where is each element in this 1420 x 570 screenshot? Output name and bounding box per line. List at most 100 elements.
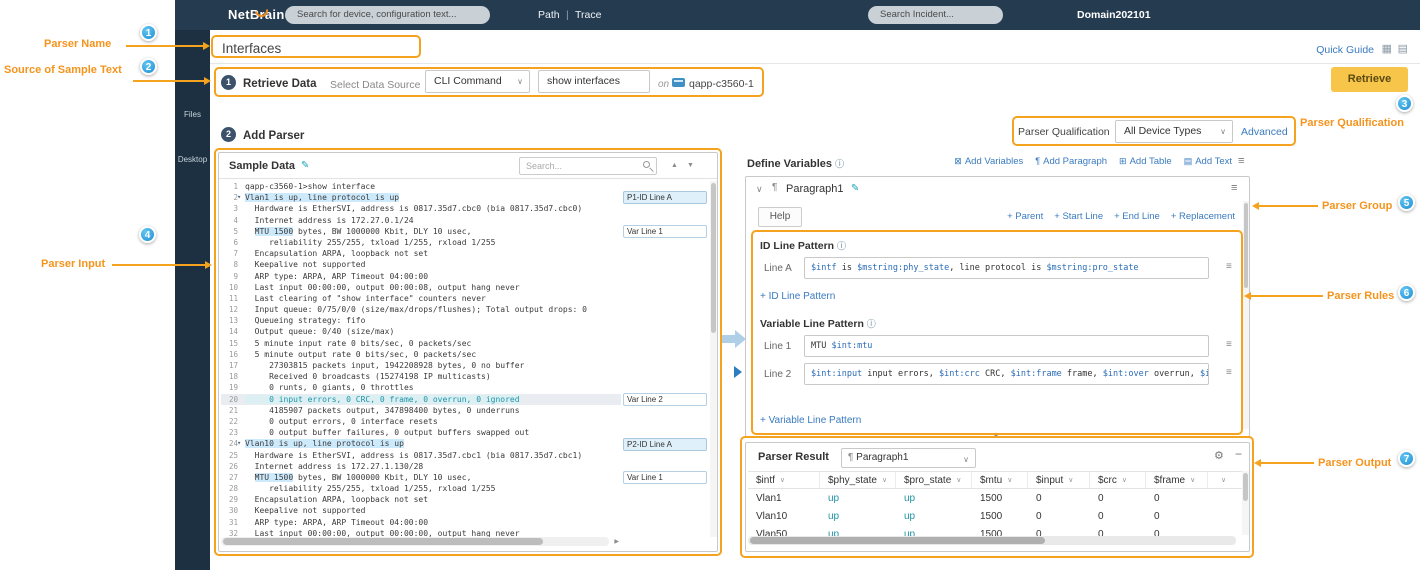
sample-line[interactable]: 8 Keepalive not supported <box>221 259 621 270</box>
sample-vertical-scrollbar[interactable] <box>710 181 717 537</box>
next-match-icon[interactable]: ▼ <box>687 162 694 169</box>
sample-line[interactable]: 30 Keepalive not supported <box>221 505 621 516</box>
command-input[interactable]: show interfaces <box>538 70 650 93</box>
column-header[interactable]: $frame∨ <box>1146 472 1208 488</box>
sample-line[interactable]: 29 Encapsulation ARPA, loopback not set <box>221 494 621 505</box>
data-source-dropdown[interactable]: CLI Command∨ <box>425 70 530 93</box>
sample-line[interactable]: 17 27303815 packets input, 1942208928 by… <box>221 360 621 371</box>
sample-line[interactable]: 16 5 minute output rate 0 bits/sec, 0 pa… <box>221 349 621 360</box>
sample-line[interactable]: 21 4185907 packets output, 347898400 byt… <box>221 405 621 416</box>
add-text-button[interactable]: ▤Add Text <box>1184 156 1232 167</box>
id-line-a-input[interactable]: $intf is $mstring:phy_state, line protoc… <box>804 257 1209 279</box>
add-link[interactable]: + Replacement <box>1171 211 1235 222</box>
column-header[interactable]: $mtu∨ <box>972 472 1028 488</box>
sample-line[interactable]: 28 reliability 255/255, txload 1/255, rx… <box>221 483 621 494</box>
minimize-icon[interactable]: − <box>1235 447 1242 461</box>
row-menu-icon[interactable]: ≡ <box>1226 261 1232 272</box>
save-layout-icon[interactable]: ▦ <box>1382 42 1392 55</box>
sample-line[interactable]: 23 0 output buffer failures, 0 output bu… <box>221 427 621 438</box>
result-horizontal-scrollbar[interactable] <box>748 536 1236 545</box>
sample-line[interactable]: 9 ARP type: ARPA, ARP Timeout 04:00:00 <box>221 271 621 282</box>
incident-search-input[interactable]: Search Incident... <box>868 6 1003 24</box>
add-paragraph-button[interactable]: ¶Add Paragraph <box>1035 156 1107 167</box>
sample-line[interactable]: 25 Hardware is EtherSVI, address is 0817… <box>221 450 621 461</box>
add-id-line-link[interactable]: + ID Line Pattern <box>760 291 835 302</box>
line-tag[interactable]: P2-ID Line A <box>623 438 707 451</box>
sidebar-item-files[interactable]: Files <box>175 110 210 119</box>
sample-line[interactable]: 7 Encapsulation ARPA, loopback not set <box>221 248 621 259</box>
netbrain-logo[interactable]: NetBrain <box>228 7 285 22</box>
add-variable-line-link[interactable]: + Variable Line Pattern <box>760 415 861 426</box>
line-tag[interactable]: Var Line 2 <box>623 393 707 406</box>
paragraph-vertical-scrollbar[interactable] <box>1243 201 1249 429</box>
sample-line[interactable]: 27 MTU 1500 bytes, BW 1000000 Kbit, DLY … <box>221 472 621 483</box>
row-menu-icon[interactable]: ≡ <box>1226 339 1232 350</box>
sample-line[interactable]: 26 Internet address is 172.27.1.130/28 <box>221 461 621 472</box>
edit-sample-icon[interactable]: ✎ <box>301 160 309 171</box>
nav-trace[interactable]: Trace <box>575 9 601 21</box>
line-tag[interactable]: P1-ID Line A <box>623 191 707 204</box>
result-vertical-scrollbar[interactable] <box>1242 471 1249 535</box>
add-table-button[interactable]: ⊞Add Table <box>1119 156 1172 167</box>
add-link[interactable]: + Start Line <box>1054 211 1103 222</box>
column-header-partial[interactable]: ∨ <box>1208 472 1246 488</box>
sample-line[interactable]: 18 Received 0 broadcasts (15274198 IP mu… <box>221 371 621 382</box>
sample-line[interactable]: 19 0 runts, 0 giants, 0 throttles <box>221 382 621 393</box>
add-variables-button[interactable]: ⊠Add Variables <box>954 156 1023 167</box>
var-line-2-input[interactable]: $int:input input errors, $int:crc CRC, $… <box>804 363 1209 385</box>
add-link[interactable]: + End Line <box>1114 211 1160 222</box>
sample-line[interactable]: 31 ARP type: ARPA, ARP Timeout 04:00:00 <box>221 517 621 528</box>
gear-icon[interactable]: ⚙ <box>1214 449 1224 462</box>
sample-horizontal-scrollbar[interactable]: ▶ <box>221 537 609 546</box>
fold-caret-icon[interactable]: ▾ <box>237 192 241 203</box>
sample-line[interactable]: 13 Queueing strategy: fifo <box>221 315 621 326</box>
define-menu-icon[interactable]: ≡ <box>1238 155 1244 167</box>
sample-line[interactable]: 24▾Vlan10 is up, line protocol is up <box>221 438 621 449</box>
collapse-chevron-icon[interactable]: ∨ <box>756 184 763 195</box>
fold-caret-icon[interactable]: ▾ <box>237 438 241 449</box>
sample-line[interactable]: 22 0 output errors, 0 interface resets <box>221 416 621 427</box>
column-header[interactable]: $input∨ <box>1028 472 1090 488</box>
paragraph-menu-icon[interactable]: ≡ <box>1231 182 1237 194</box>
sample-line[interactable]: 12 Input queue: 0/75/0/0 (size/max/drops… <box>221 304 621 315</box>
prev-match-icon[interactable]: ▲ <box>671 162 678 169</box>
sample-line[interactable]: 11 Last clearing of "show interface" cou… <box>221 293 621 304</box>
sample-line[interactable]: 10 Last input 00:00:00, output 00:00:08,… <box>221 282 621 293</box>
sample-line[interactable]: 3 Hardware is EtherSVI, address is 0817.… <box>221 203 621 214</box>
retrieve-button[interactable]: Retrieve <box>1331 67 1408 92</box>
line-tag[interactable]: Var Line 1 <box>623 471 707 484</box>
device-search-input[interactable]: Search for device, configuration text... <box>285 6 490 24</box>
advanced-link[interactable]: Advanced <box>1241 126 1288 138</box>
sample-line[interactable]: 1qapp-c3560-1>show interface <box>221 181 621 192</box>
table-row[interactable]: Vlan10upup1500000 <box>748 507 1208 525</box>
column-header[interactable]: $phy_state∨ <box>820 472 896 488</box>
sample-line[interactable]: 20 0 input errors, 0 CRC, 0 frame, 0 ove… <box>221 394 621 405</box>
result-paragraph-dropdown[interactable]: ¶ Paragraph1∨ <box>841 448 976 468</box>
sample-line[interactable]: 4 Internet address is 172.27.0.1/24 <box>221 215 621 226</box>
collapse-result-icon[interactable]: ▲ <box>992 432 1000 438</box>
sample-line[interactable]: 6 reliability 255/255, txload 1/255, rxl… <box>221 237 621 248</box>
device-link[interactable]: qapp-c3560-1 <box>689 78 754 90</box>
column-header[interactable]: $crc∨ <box>1090 472 1146 488</box>
sample-search-input[interactable]: Search... <box>519 157 657 175</box>
edit-paragraph-icon[interactable]: ✎ <box>851 183 859 194</box>
nav-path[interactable]: Path <box>538 9 560 21</box>
scroll-right-icon[interactable]: ▶ <box>614 539 619 545</box>
sidebar-item-desktop[interactable]: Desktop <box>175 155 210 164</box>
sample-line[interactable]: 15 5 minute input rate 0 bits/sec, 0 pac… <box>221 338 621 349</box>
column-header[interactable]: $intf∨ <box>748 472 820 488</box>
quick-guide-link[interactable]: Quick Guide <box>1316 44 1374 56</box>
row-menu-icon[interactable]: ≡ <box>1226 367 1232 378</box>
line-tag[interactable]: Var Line 1 <box>623 225 707 238</box>
sample-line[interactable]: 14 Output queue: 0/40 (size/max) <box>221 326 621 337</box>
sample-line[interactable]: 2▾Vlan1 is up, line protocol is up <box>221 192 621 203</box>
var-line-1-input[interactable]: MTU $int:mtu <box>804 335 1209 357</box>
help-button[interactable]: Help <box>758 207 802 227</box>
qualification-dropdown[interactable]: All Device Types∨ <box>1115 120 1233 143</box>
list-view-icon[interactable]: ▤ <box>1398 42 1408 55</box>
column-header[interactable]: $pro_state∨ <box>896 472 972 488</box>
sample-line[interactable]: 5 MTU 1500 bytes, BW 1000000 Kbit, DLY 1… <box>221 226 621 237</box>
table-row[interactable]: Vlan1upup1500000 <box>748 489 1208 507</box>
add-link[interactable]: + Parent <box>1007 211 1043 222</box>
domain-label[interactable]: Domain202101 <box>1077 9 1151 21</box>
